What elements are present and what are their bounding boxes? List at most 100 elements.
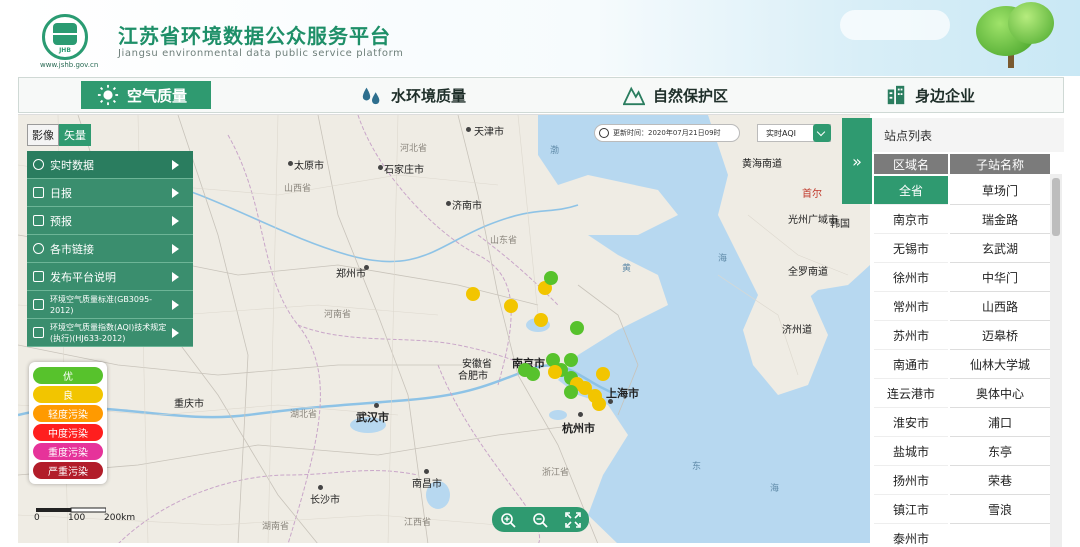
site-subtitle: Jiangsu environmental data public servic… <box>118 48 404 59</box>
region-item[interactable]: 南通市 <box>874 350 948 379</box>
location-pin-icon <box>33 243 44 254</box>
map-city-label: 韩国 <box>830 219 850 230</box>
menu-item-platform-info[interactable]: 发布平台说明 <box>27 263 193 291</box>
legend-item-moderate-pollution: 中度污染 <box>33 424 103 441</box>
scrollbar-thumb[interactable] <box>1052 178 1060 236</box>
zoom-out-icon[interactable] <box>532 512 549 528</box>
menu-item-label: 实时数据 <box>50 158 94 172</box>
station-marker[interactable] <box>564 353 578 367</box>
station-marker[interactable] <box>596 367 610 381</box>
column-header-substation: 子站名称 <box>950 154 1050 174</box>
map-city-dot <box>318 485 323 490</box>
menu-item-aqi-regulation[interactable]: 环境空气质量指数(AQI)技术规定(执行)(HJ633-2012) <box>27 319 193 347</box>
nav-tab-nature-reserve[interactable]: 自然保护区 <box>623 81 728 109</box>
menu-item-forecast[interactable]: 预报 <box>27 207 193 235</box>
map-city-dot <box>374 403 379 408</box>
nav-tab-label: 空气质量 <box>127 86 188 105</box>
header-cloud-decoration <box>840 10 950 40</box>
region-item[interactable]: 淮安市 <box>874 408 948 437</box>
station-marker[interactable] <box>548 365 562 379</box>
arrow-right-icon <box>172 187 179 198</box>
layer-tab-imagery[interactable]: 影像 <box>27 124 59 146</box>
map-province-label: 山东省 <box>490 236 518 246</box>
arrow-right-icon <box>172 159 179 170</box>
water-drops-icon <box>362 87 380 105</box>
substation-item[interactable]: 瑞金路 <box>950 205 1050 234</box>
zoom-in-icon[interactable] <box>500 512 516 528</box>
fullscreen-icon[interactable] <box>565 511 581 528</box>
substation-item[interactable]: 玄武湖 <box>950 234 1050 263</box>
menu-item-daily-report[interactable]: 日报 <box>27 179 193 207</box>
region-item[interactable]: 盐城市 <box>874 437 948 466</box>
menu-item-city-links[interactable]: 各市链接 <box>27 235 193 263</box>
map-province-label: 江西省 <box>404 518 432 528</box>
chevron-down-icon[interactable] <box>813 124 831 142</box>
scale-label: 100 <box>68 513 86 523</box>
station-marker[interactable] <box>534 313 548 327</box>
substation-item[interactable]: 荣巷 <box>950 466 1050 495</box>
map-province-label: 湖南省 <box>262 522 290 532</box>
station-marker[interactable] <box>592 397 606 411</box>
map-province-label: 浙江省 <box>542 468 570 478</box>
sun-icon <box>97 84 119 106</box>
region-item[interactable]: 无锡市 <box>874 234 948 263</box>
aqi-type-select[interactable]: 实时AQI <box>757 124 831 142</box>
main-nav: 空气质量 水环境质量 自然保护区 身边企业 <box>18 77 1064 113</box>
station-marker[interactable] <box>570 321 584 335</box>
layer-tab-vector[interactable]: 矢量 <box>59 124 91 146</box>
region-item[interactable]: 全省 <box>874 176 948 205</box>
nav-tab-water-quality[interactable]: 水环境质量 <box>361 81 466 109</box>
station-marker[interactable] <box>564 385 578 399</box>
substation-item[interactable]: 浦口 <box>950 408 1050 437</box>
tree-decoration-icon <box>968 2 1058 68</box>
station-marker[interactable] <box>504 299 518 313</box>
map-province-label: 河北省 <box>400 144 428 154</box>
map-city-dot <box>364 265 369 270</box>
substation-item[interactable]: 东亭 <box>950 437 1050 466</box>
mountain-icon <box>623 86 645 106</box>
region-item[interactable]: 南京市 <box>874 205 948 234</box>
substation-item[interactable]: 奥体中心 <box>950 379 1050 408</box>
region-item[interactable]: 苏州市 <box>874 321 948 350</box>
substation-item[interactable]: 雪浪 <box>950 495 1050 524</box>
map-city-dot <box>446 201 451 206</box>
menu-item-realtime-data[interactable]: 实时数据 <box>27 151 193 179</box>
region-item[interactable]: 镇江市 <box>874 495 948 524</box>
map-city-label: 全罗南道 <box>788 267 828 278</box>
station-list-title: 站点列表 <box>872 118 1064 152</box>
legend-item-excellent: 优 <box>33 367 103 384</box>
station-list-panel: 站点列表 区域名 子站名称 全省 南京市 无锡市 徐州市 常州市 苏州市 南通市 连云港市 淮安… <box>872 118 1064 547</box>
map-city-dot <box>378 165 383 170</box>
substation-item[interactable]: 山西路 <box>950 292 1050 321</box>
site-logo-icon[interactable]: JHB <box>42 14 88 60</box>
region-item[interactable]: 徐州市 <box>874 263 948 292</box>
map-layer-tabs: 影像 矢量 <box>27 124 91 146</box>
substation-item[interactable]: 草场门 <box>950 176 1050 205</box>
map-city-label: 南昌市 <box>412 479 442 490</box>
site-header: JHB www.jshb.gov.cn 江苏省环境数据公众服务平台 Jiangs… <box>0 0 1080 76</box>
side-panel-toggle-icon[interactable]: » <box>842 118 872 204</box>
region-item[interactable]: 扬州市 <box>874 466 948 495</box>
station-marker[interactable] <box>544 271 558 285</box>
aqi-legend: 优 良 轻度污染 中度污染 重度污染 严重污染 <box>29 362 107 484</box>
station-marker[interactable] <box>526 367 540 381</box>
region-item[interactable]: 连云港市 <box>874 379 948 408</box>
document-icon <box>33 187 44 198</box>
nav-tab-label: 身边企业 <box>915 86 976 105</box>
map-city-dot <box>578 412 583 417</box>
substation-item[interactable]: 迈皋桥 <box>950 321 1050 350</box>
station-list-scrollbar[interactable] <box>1050 174 1062 547</box>
station-marker[interactable] <box>466 287 480 301</box>
region-item[interactable]: 泰州市 <box>874 524 948 547</box>
nav-tab-nearby-enterprises[interactable]: 身边企业 <box>885 81 975 109</box>
region-item[interactable]: 常州市 <box>874 292 948 321</box>
menu-item-label: 环境空气质量标准(GB3095-2012) <box>50 294 153 315</box>
nav-tab-air-quality[interactable]: 空气质量 <box>81 81 212 109</box>
menu-item-air-standard[interactable]: 环境空气质量标准(GB3095-2012) <box>27 291 193 319</box>
substation-item[interactable]: 中华门 <box>950 263 1050 292</box>
map-city-label: 重庆市 <box>174 399 204 410</box>
substation-item[interactable]: 仙林大学城 <box>950 350 1050 379</box>
map-city-label: 杭州市 <box>562 422 595 435</box>
scale-label: 0 <box>34 513 40 523</box>
menu-item-label: 日报 <box>50 186 72 200</box>
